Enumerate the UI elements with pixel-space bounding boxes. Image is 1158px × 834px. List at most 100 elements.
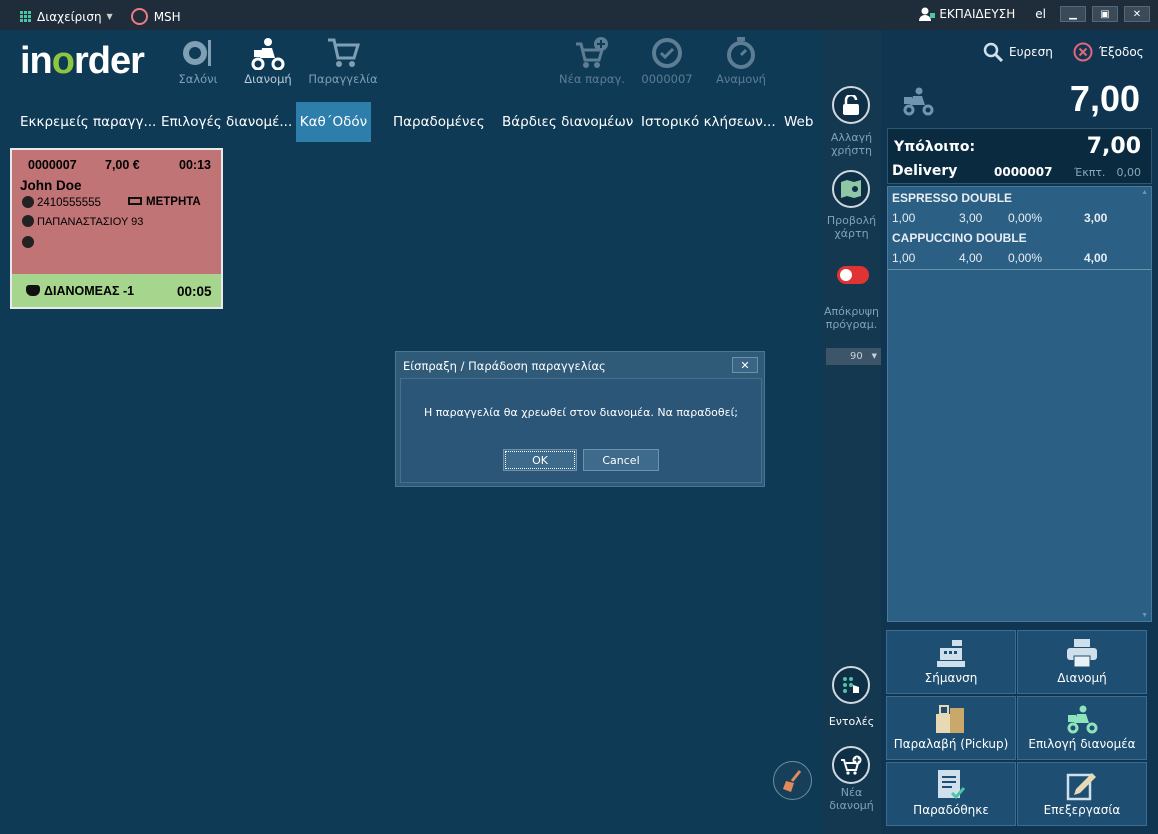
- card-customer-name: John Doe: [20, 178, 82, 193]
- item-price: 4,00: [959, 251, 983, 265]
- location-icon: [22, 215, 34, 227]
- tab-bar: Εκκρεμείς παραγγ... Επιλογές διανομέ... …: [0, 102, 822, 142]
- tab-pending[interactable]: Εκκρεμείς παραγγ...: [20, 102, 156, 142]
- edit-button[interactable]: Επεξεργασία: [1017, 762, 1147, 826]
- card-phone: 2410555555: [37, 197, 101, 209]
- map-icon: [841, 180, 861, 198]
- interval-select-value: 90: [850, 351, 863, 362]
- delivery-button[interactable]: Διανομή: [1017, 630, 1147, 694]
- item-name: CAPPUCCINO DOUBLE: [892, 231, 1027, 245]
- item-discount: 0,00%: [1008, 251, 1043, 265]
- delivery-label: Διανομή: [1057, 671, 1107, 685]
- change-user-button[interactable]: [832, 86, 870, 124]
- minimize-button[interactable]: ▁: [1060, 6, 1086, 22]
- tab-call-history[interactable]: Ιστορικό κλήσεων...: [641, 102, 776, 142]
- interval-select[interactable]: 90 ▼: [826, 348, 881, 365]
- commands-button[interactable]: [832, 666, 870, 704]
- scooter-icon: [251, 38, 285, 70]
- side-strip: Αλλαγή χρήστη Προβολή χάρτη Απόκρυψη πρό…: [822, 30, 881, 834]
- minimize-icon: ▁: [1069, 8, 1077, 20]
- dialog-body: Η παραγγελία θα χρεωθεί στον διανομέα. Ν…: [400, 378, 762, 483]
- order-card[interactable]: 0000007 7,00 € 00:13 John Doe 2410555555…: [10, 148, 223, 309]
- delivery-tool-button[interactable]: Διανομή: [233, 36, 303, 86]
- dialog-message: Η παραγγελία θα χρεωθεί στον διανομέα. Ν…: [423, 406, 739, 419]
- remaining-value: 7,00: [1086, 134, 1141, 159]
- order-panel: Ευρεση Έξοδος 7,00 Υπόλοιπο: 7,00 Delive…: [881, 30, 1158, 834]
- close-window-button[interactable]: ✕: [1124, 6, 1150, 22]
- change-user-label-line2: χρήστη: [831, 144, 872, 157]
- change-user-label-line1: Αλλαγή: [830, 131, 873, 144]
- new-delivery-label: Νέα διανομή: [822, 786, 881, 812]
- select-driver-button[interactable]: Επιλογή διανομέα: [1017, 696, 1147, 760]
- order-history-button[interactable]: 0000007: [632, 36, 702, 86]
- card-address-row: ΠΑΠΑΝΑΣΤΑΣΙΟΥ 93: [22, 215, 143, 228]
- language-selector[interactable]: el: [1035, 7, 1046, 21]
- clear-button[interactable]: [773, 761, 812, 800]
- discount-label: Έκπτ.: [1074, 166, 1106, 179]
- order-tool-button[interactable]: Παραγγελία: [308, 36, 378, 86]
- ok-button[interactable]: OK: [503, 449, 577, 471]
- close-icon: ✕: [740, 358, 750, 372]
- commands-label: Εντολές: [828, 715, 875, 728]
- scroll-down-icon[interactable]: ▼: [1141, 612, 1148, 619]
- printer-icon: [1067, 639, 1097, 668]
- tab-driver-shifts[interactable]: Βάρδιες διανομέων: [502, 102, 633, 142]
- tab-delivered[interactable]: Παραδομένες: [393, 102, 485, 142]
- tab-on-the-way[interactable]: Καθ΄Οδόν: [296, 102, 371, 142]
- change-user-label: Αλλαγή χρήστη: [822, 131, 881, 157]
- grid-icon: [20, 10, 32, 23]
- delivery-tool-label: Διανομή: [244, 72, 292, 86]
- scroll-up-icon[interactable]: ▲: [1141, 189, 1148, 196]
- station-indicator[interactable]: MSH: [130, 8, 181, 25]
- app-logo: inorder: [20, 40, 145, 82]
- order-number-label: 0000007: [641, 72, 693, 86]
- mark-label: Σήμανση: [924, 671, 978, 685]
- new-delivery-button[interactable]: [832, 746, 870, 784]
- order-lines[interactable]: ESPRESSO DOUBLE 1,00 3,00 0,00% 3,00 CAP…: [887, 186, 1152, 622]
- cash-register-icon: [937, 640, 965, 667]
- line-divider: [888, 269, 1151, 270]
- cart-icon: [328, 38, 360, 67]
- card-bell-row: [22, 235, 37, 249]
- management-menu[interactable]: Διαχείριση ▼: [20, 10, 113, 24]
- maximize-icon: ▣: [1100, 8, 1110, 20]
- search-button[interactable]: Ευρεση: [983, 42, 1053, 62]
- edit-icon: [1066, 773, 1096, 801]
- order-panel-header: Ευρεση Έξοδος 7,00: [881, 30, 1158, 126]
- summary-order-number: 0000007: [994, 165, 1053, 179]
- phone-icon: [22, 196, 34, 208]
- close-icon: ✕: [1132, 8, 1142, 20]
- card-amount: 7,00 €: [105, 158, 140, 172]
- waiting-button[interactable]: Αναμονή: [706, 36, 776, 86]
- cash-icon: [128, 197, 142, 205]
- item-discount: 0,00%: [1008, 211, 1043, 225]
- item-total: 4,00: [1084, 251, 1108, 265]
- map-view-button[interactable]: [832, 170, 870, 208]
- dialog-title: Είσπραξη / Παράδοση παραγγελίας: [403, 359, 606, 373]
- tab-delivery-options[interactable]: Επιλογές διανομέ...: [161, 102, 292, 142]
- discount-value: 0,00: [1116, 166, 1142, 179]
- edit-label: Επεξεργασία: [1043, 803, 1121, 817]
- new-delivery-label-line1: Νέα: [840, 786, 863, 799]
- card-time: 00:13: [179, 158, 211, 172]
- delivery-dialog: Είσπραξη / Παράδοση παραγγελίας ✕ Η παρα…: [395, 351, 765, 487]
- tab-web[interactable]: Web: [784, 102, 813, 142]
- pickup-button[interactable]: Παραλαβή (Pickup): [886, 696, 1016, 760]
- maximize-button[interactable]: ▣: [1092, 6, 1118, 22]
- mark-button[interactable]: Σήμανση: [886, 630, 1016, 694]
- map-view-label: Προβολή χάρτη: [822, 214, 881, 240]
- dialog-close-button[interactable]: ✕: [732, 357, 758, 373]
- stopwatch-icon: [727, 37, 755, 69]
- new-order-button[interactable]: Νέα παραγ.: [557, 36, 627, 86]
- card-driver-footer: ΔΙΑΝΟΜΕΑΣ -1 00:05: [12, 274, 221, 307]
- salon-icon: [183, 40, 211, 66]
- salon-button[interactable]: Σαλόνι: [163, 36, 233, 86]
- exit-button[interactable]: Έξοδος: [1073, 42, 1144, 62]
- cancel-button[interactable]: Cancel: [583, 449, 659, 471]
- chevron-down-icon: ▼: [871, 352, 877, 360]
- order-total: 7,00: [1069, 78, 1140, 119]
- circle-icon: [130, 8, 148, 25]
- hide-program-toggle[interactable]: [837, 266, 869, 284]
- delivered-button[interactable]: Παραδόθηκε: [886, 762, 1016, 826]
- user-menu[interactable]: ΕΚΠΑΙΔΕΥΣΗ: [919, 7, 1015, 21]
